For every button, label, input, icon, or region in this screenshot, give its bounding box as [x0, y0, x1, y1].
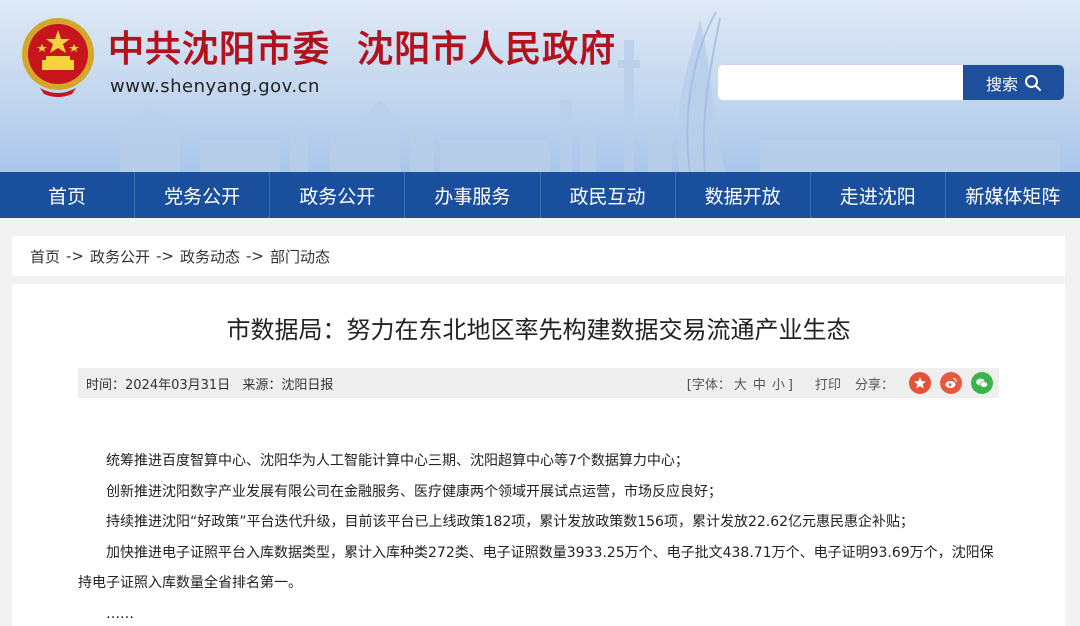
- site-url[interactable]: www.shenyang.gov.cn: [110, 76, 320, 97]
- publish-time: 时间：2024年03月31日: [86, 377, 231, 393]
- article-source: 来源：沈阳日报: [242, 377, 334, 393]
- nav-item-about-shenyang[interactable]: 走进沈阳: [811, 172, 946, 218]
- breadcrumb-home[interactable]: 首页: [30, 246, 60, 267]
- nav-item-interaction[interactable]: 政民互动: [541, 172, 676, 218]
- breadcrumb-separator: ->: [156, 247, 174, 265]
- nav-item-services[interactable]: 办事服务: [405, 172, 541, 218]
- article-title: 市数据局：努力在东北地区率先构建数据交易流通产业生态: [226, 316, 851, 344]
- nav-item-government-affairs[interactable]: 政务公开: [270, 172, 406, 218]
- article-meta-info: 时间：2024年03月31日 来源：沈阳日报: [86, 374, 341, 393]
- article-body: 统筹推进百度智算中心、沈阳华为人工智能计算中心三期、沈阳超算中心等7个数据算力中…: [78, 446, 1003, 626]
- font-size-selector: [字体：大中小]: [687, 374, 793, 393]
- site-header: 中共沈阳市委 沈阳市人民政府 www.shenyang.gov.cn 搜索: [0, 0, 1080, 172]
- breadcrumb: 首页 -> 政务公开 -> 政务动态 -> 部门动态: [12, 236, 1065, 276]
- article-paragraph: 加快推进电子证照平台入库数据类型，累计入库种类272类、电子证照数量3933.2…: [78, 544, 994, 592]
- article-meta-bar: 时间：2024年03月31日 来源：沈阳日报 [字体：大中小] 打印 分享：: [78, 368, 999, 398]
- search-box: 搜索: [717, 64, 1065, 101]
- article-paragraph: 统筹推进百度智算中心、沈阳华为人工智能计算中心三期、沈阳超算中心等7个数据算力中…: [106, 453, 689, 469]
- article-tools: [字体：大中小] 打印 分享：: [687, 368, 993, 398]
- search-button[interactable]: 搜索: [963, 65, 1064, 100]
- font-size-label-close: ]: [787, 377, 793, 393]
- search-button-label: 搜索: [985, 74, 1018, 94]
- article-paragraph: ……: [106, 605, 134, 622]
- print-button[interactable]: 打印: [815, 374, 841, 393]
- font-size-medium[interactable]: 中: [753, 378, 766, 393]
- weibo-icon[interactable]: [940, 372, 962, 394]
- search-icon: [1025, 74, 1041, 91]
- share-label: 分享：: [854, 377, 894, 393]
- breadcrumb-government-news[interactable]: 政务动态: [180, 246, 240, 267]
- breadcrumb-government-affairs[interactable]: 政务公开: [90, 246, 150, 267]
- breadcrumb-department-news[interactable]: 部门动态: [270, 246, 330, 267]
- nav-item-party-affairs[interactable]: 党务公开: [135, 172, 271, 218]
- search-input[interactable]: [718, 65, 964, 100]
- nav-item-home[interactable]: 首页: [0, 172, 136, 218]
- national-emblem-icon: [22, 18, 94, 97]
- main-nav: 首页 党务公开 政务公开 办事服务 政民互动 数据开放 走进沈阳 新媒体矩阵: [0, 172, 1080, 218]
- font-size-label-open: [字体：: [686, 377, 731, 393]
- site-title: 中共沈阳市委 沈阳市人民政府: [108, 29, 617, 70]
- breadcrumb-separator: ->: [66, 247, 84, 265]
- article-paragraph: 持续推进沈阳“好政策”平台迭代升级，目前该平台已上线政策182项，累计发放政策数…: [106, 514, 915, 530]
- breadcrumb-separator: ->: [246, 247, 264, 265]
- font-size-small[interactable]: 小: [772, 378, 785, 393]
- article-panel: 市数据局：努力在东北地区率先构建数据交易流通产业生态 时间：2024年03月31…: [12, 284, 1065, 626]
- article-paragraph: 创新推进沈阳数字产业发展有限公司在金融服务、医疗健康两个领域开展试点运营，市场反…: [106, 483, 722, 500]
- weibo-red-icon[interactable]: [909, 372, 931, 394]
- nav-item-new-media[interactable]: 新媒体矩阵: [946, 172, 1080, 218]
- font-size-large[interactable]: 大: [734, 378, 747, 393]
- wechat-icon[interactable]: [971, 372, 993, 394]
- nav-item-open-data[interactable]: 数据开放: [676, 172, 811, 218]
